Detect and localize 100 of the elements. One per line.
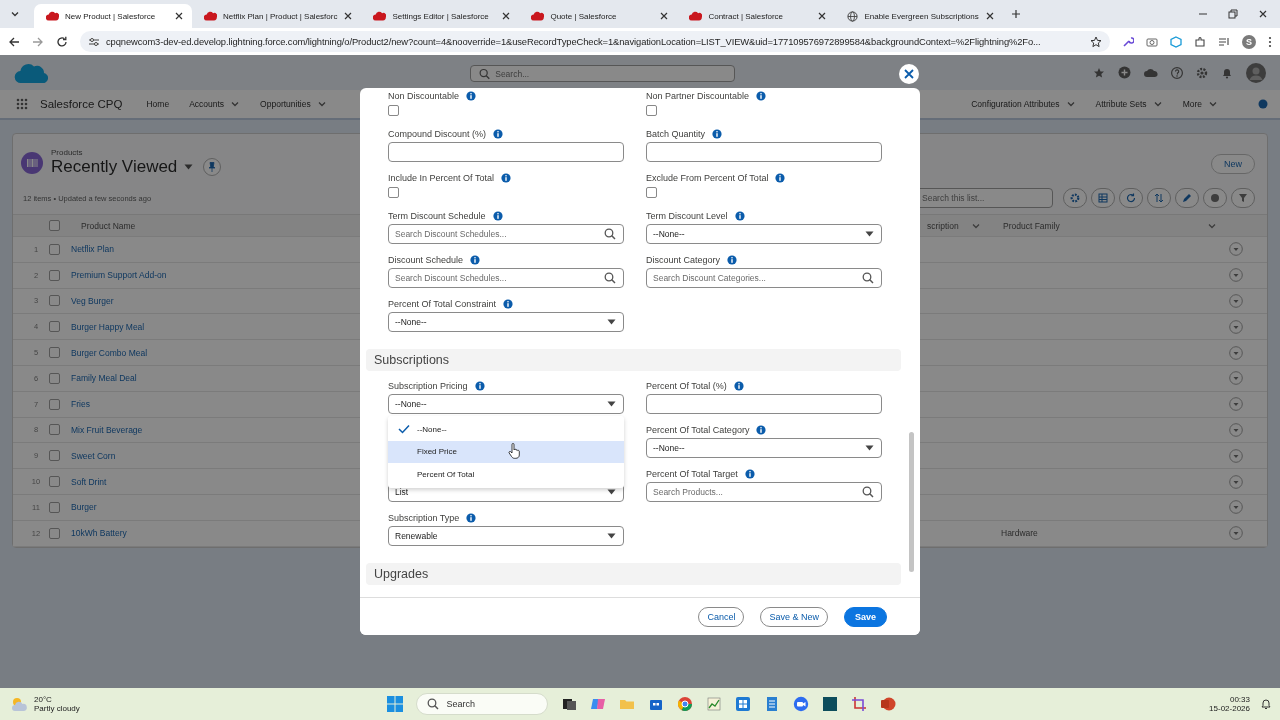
nav-tab[interactable]: Opportunities	[260, 99, 327, 109]
nav-tab[interactable]: Configuration Attributes	[971, 99, 1076, 109]
product-link[interactable]: Burger	[71, 502, 97, 513]
info-icon[interactable]	[775, 172, 786, 183]
row-actions-icon[interactable]	[1229, 294, 1243, 308]
picklist[interactable]: --None--	[646, 438, 882, 458]
row-actions-icon[interactable]	[1229, 397, 1243, 412]
product-link[interactable]: 10kWh Battery	[71, 528, 127, 539]
checkbox[interactable]	[49, 501, 60, 513]
browser-tab[interactable]: Quote | Salesforce	[519, 4, 678, 28]
info-icon[interactable]	[712, 128, 723, 139]
section-header[interactable]: Upgrades	[366, 563, 901, 585]
menu-icon[interactable]	[1268, 35, 1272, 48]
product-link[interactable]: Burger Combo Meal	[71, 347, 148, 358]
checkbox[interactable]	[49, 372, 60, 384]
close-icon[interactable]	[174, 11, 184, 21]
profile-button[interactable]: S	[1242, 34, 1256, 49]
checkbox[interactable]	[49, 527, 60, 539]
row-actions-icon[interactable]	[1229, 448, 1243, 463]
dropdown-option[interactable]: --None--	[388, 418, 624, 441]
save-button[interactable]: Save	[843, 606, 887, 627]
close-icon[interactable]	[1258, 9, 1268, 19]
nav-tab[interactable]: Accounts	[189, 99, 241, 109]
picklist[interactable]: --None--	[646, 224, 882, 244]
browser-tab[interactable]: Enable Evergreen Subscriptions	[835, 4, 1003, 28]
product-link[interactable]: Mix Fruit Beverage	[71, 424, 143, 435]
info-icon[interactable]	[734, 210, 745, 221]
row-actions-icon[interactable]	[1229, 422, 1243, 437]
checkbox[interactable]	[49, 321, 60, 333]
new-button[interactable]: New	[1211, 154, 1255, 174]
checkbox[interactable]	[49, 347, 60, 359]
list-search-input[interactable]: Search this list...	[922, 193, 1044, 203]
table-icon[interactable]	[1097, 192, 1109, 204]
info-icon[interactable]	[493, 128, 504, 139]
bell-icon[interactable]	[1221, 66, 1233, 79]
close-icon[interactable]	[343, 11, 354, 21]
taskbar-search[interactable]: Search	[415, 693, 548, 715]
product-link[interactable]: Burger Happy Meal	[71, 321, 145, 332]
search-input[interactable]: Search...	[495, 68, 726, 79]
meeting-app-icon[interactable]	[792, 696, 809, 712]
picklist[interactable]: --None--	[388, 312, 624, 332]
scrollbar-thumb[interactable]	[909, 432, 914, 572]
info-icon[interactable]	[474, 380, 485, 391]
row-actions-icon[interactable]	[1229, 500, 1243, 515]
add-icon[interactable]	[1118, 66, 1131, 79]
settings-icon[interactable]	[1196, 66, 1208, 79]
tiles-icon[interactable]	[734, 696, 751, 712]
sort-icon[interactable]	[1153, 192, 1165, 204]
star-icon[interactable]	[1093, 66, 1105, 79]
checkbox[interactable]	[49, 220, 60, 231]
row-actions-icon[interactable]	[1229, 345, 1243, 360]
camera-icon[interactable]	[1146, 35, 1158, 48]
info-icon[interactable]	[466, 90, 477, 101]
chart-app-icon[interactable]	[705, 696, 722, 712]
browser-tab[interactable]: Settings Editor | Salesforce	[361, 4, 520, 28]
product-link[interactable]: Veg Burger	[71, 296, 114, 306]
row-actions-icon[interactable]	[1229, 242, 1243, 257]
close-icon[interactable]	[984, 11, 995, 21]
info-icon[interactable]	[727, 254, 738, 265]
browser-tab[interactable]: Netflix Plan | Product | Salesforc	[192, 4, 362, 28]
column-header[interactable]: Product Family	[993, 220, 1229, 231]
row-actions-icon[interactable]	[1229, 474, 1243, 489]
app-launcher-icon[interactable]	[16, 98, 28, 110]
close-icon[interactable]	[817, 11, 828, 21]
checkbox[interactable]	[49, 269, 60, 281]
info-icon[interactable]	[470, 254, 481, 265]
checkbox[interactable]	[388, 105, 399, 116]
row-actions-icon[interactable]	[1229, 268, 1243, 283]
info-icon[interactable]	[500, 172, 511, 183]
info-icon[interactable]	[756, 424, 767, 435]
checkbox[interactable]	[646, 105, 657, 116]
new-tab-icon[interactable]	[1010, 9, 1021, 19]
checkbox[interactable]	[49, 450, 60, 462]
footer-button[interactable]: Save & New	[760, 606, 828, 627]
notification-icon[interactable]	[1260, 698, 1272, 710]
row-actions-icon[interactable]	[1229, 371, 1243, 386]
lookup-field[interactable]: Search Products...	[646, 482, 882, 502]
checkbox[interactable]	[388, 187, 399, 198]
lookup-field[interactable]: Search Discount Schedules...	[388, 268, 624, 288]
column-header[interactable]: scription	[917, 220, 993, 231]
section-header[interactable]: Subscriptions	[366, 349, 901, 371]
pin-icon[interactable]	[203, 158, 222, 176]
text-field[interactable]	[646, 142, 882, 162]
browser-tab[interactable]: New Product | Salesforce	[34, 4, 192, 28]
info-icon[interactable]	[733, 380, 744, 391]
reload-icon[interactable]	[56, 35, 68, 48]
nav-tab[interactable]: Home	[146, 99, 170, 109]
checkbox[interactable]	[49, 243, 60, 255]
browser-tab[interactable]: Contract | Salesforce	[677, 4, 836, 28]
checkbox[interactable]	[49, 476, 60, 488]
address-field[interactable]: cpqnewcom3-dev-ed.develop.lightning.force.com/lightning/o/Product2/new?count=4&nooverride=1&useRecordTypeCheck=1&navigationLocation=LIST_VIEW&uid=177109576972899584&backgroundContext=%2Flightning%2Fo...	[80, 31, 1110, 52]
info-icon[interactable]	[492, 210, 503, 221]
product-link[interactable]: Family Meal Deal	[71, 373, 137, 384]
info-icon[interactable]	[466, 512, 477, 523]
product-link[interactable]: Sweet Corn	[71, 450, 116, 461]
settings-icon[interactable]	[1069, 192, 1081, 204]
lookup-field[interactable]: Search Discount Schedules...	[388, 224, 624, 244]
refresh-icon[interactable]	[1125, 192, 1137, 204]
browser-icon[interactable]	[676, 696, 693, 712]
slides-app-icon[interactable]	[879, 696, 896, 712]
